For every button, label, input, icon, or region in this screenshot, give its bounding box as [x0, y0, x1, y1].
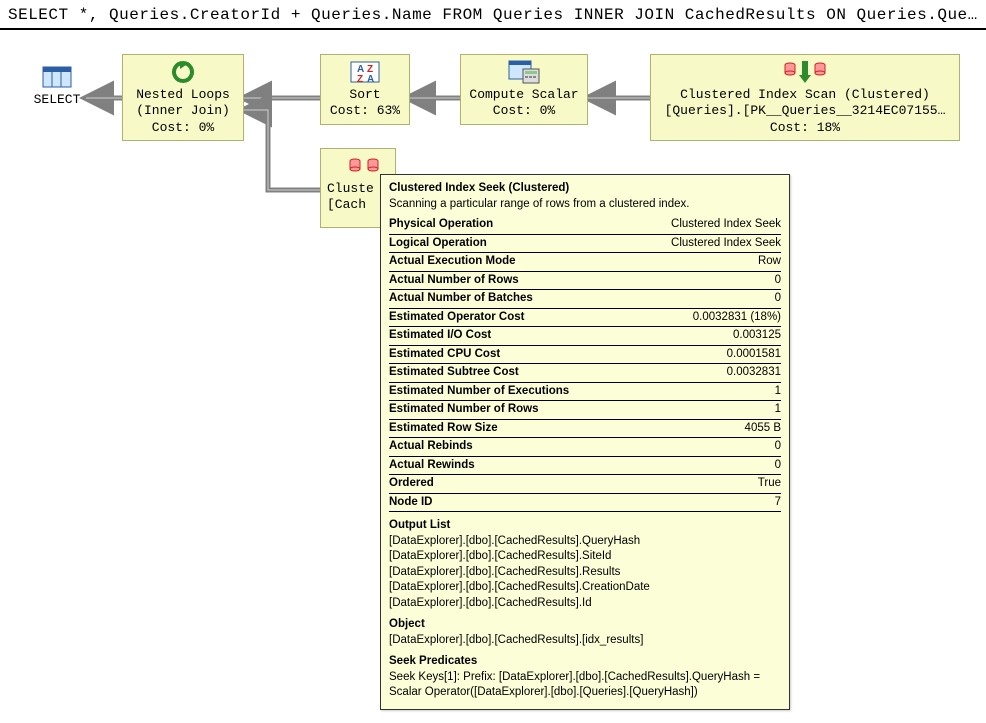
tooltip-properties-table: Physical OperationClustered Index SeekLo…	[389, 216, 781, 512]
tooltip-title: Clustered Index Seek (Clustered)	[389, 181, 781, 197]
tooltip-row-key: Actual Execution Mode	[389, 253, 632, 272]
tooltip-row: Actual Number of Rows0	[389, 271, 781, 290]
tooltip-row-value: 0.003125	[632, 327, 781, 346]
tooltip-row: Estimated Operator Cost0.0032831 (18%)	[389, 308, 781, 327]
tooltip-row-key: Estimated Row Size	[389, 419, 632, 438]
tooltip-row-key: Estimated CPU Cost	[389, 345, 632, 364]
tooltip-row-value: 0	[632, 456, 781, 475]
node-sort-l1: Sort	[327, 87, 403, 103]
tooltip-description: Scanning a particular range of rows from…	[389, 197, 781, 213]
tooltip-row-key: Node ID	[389, 493, 632, 512]
tooltip-section-head: Seek Predicates	[389, 654, 781, 670]
tooltip-row-value: 0.0032831	[632, 364, 781, 383]
tooltip-row-value: 0.0001581	[632, 345, 781, 364]
tooltip-row: Physical OperationClustered Index Seek	[389, 216, 781, 234]
node-select[interactable]: SELECT	[26, 60, 88, 112]
tooltip-row-value: Clustered Index Seek	[632, 234, 781, 253]
tooltip-row: Actual Rewinds0	[389, 456, 781, 475]
tooltip-row: Actual Number of Batches0	[389, 290, 781, 309]
tooltip-row-value: 1	[632, 401, 781, 420]
node-scan-l1: Clustered Index Scan (Clustered)	[657, 87, 953, 103]
svg-text:A: A	[367, 74, 374, 85]
node-compute-cost: Cost: 0%	[467, 103, 581, 119]
execution-plan-canvas: SELECT Nested Loops (Inner Join) Cost: 0…	[0, 30, 986, 723]
tooltip-row-key: Estimated Number of Rows	[389, 401, 632, 420]
tooltip-row: OrderedTrue	[389, 475, 781, 494]
tooltip-section-body: [DataExplorer].[dbo].[CachedResults].[id…	[389, 633, 781, 649]
tooltip-row: Estimated Number of Executions1	[389, 382, 781, 401]
tooltip-row-key: Logical Operation	[389, 234, 632, 253]
tooltip-row-value: 0	[632, 290, 781, 309]
tooltip-row: Estimated CPU Cost0.0001581	[389, 345, 781, 364]
tooltip-row-key: Actual Rewinds	[389, 456, 632, 475]
tooltip-row-value: Clustered Index Seek	[632, 216, 781, 234]
node-tooltip: Clustered Index Seek (Clustered) Scannin…	[380, 174, 790, 710]
tooltip-row-key: Estimated I/O Cost	[389, 327, 632, 346]
tooltip-row-value: 0	[632, 271, 781, 290]
tooltip-row: Actual Rebinds0	[389, 438, 781, 457]
tooltip-row-value: 0.0032831 (18%)	[632, 308, 781, 327]
tooltip-row-value: 1	[632, 382, 781, 401]
node-nested-l1: Nested Loops	[129, 87, 237, 103]
node-nested-loops[interactable]: Nested Loops (Inner Join) Cost: 0%	[122, 54, 244, 141]
tooltip-row-key: Actual Rebinds	[389, 438, 632, 457]
svg-text:Z: Z	[357, 74, 363, 85]
index-scan-icon	[782, 59, 828, 85]
node-select-label: SELECT	[32, 92, 82, 108]
tooltip-row: Actual Execution ModeRow	[389, 253, 781, 272]
node-sort[interactable]: AZZA Sort Cost: 63%	[320, 54, 410, 125]
node-compute-l1: Compute Scalar	[467, 87, 581, 103]
tooltip-row-value: True	[632, 475, 781, 494]
node-nested-l2: (Inner Join)	[129, 103, 237, 119]
tooltip-row-value: 0	[632, 438, 781, 457]
tooltip-row-value: 7	[632, 493, 781, 512]
tooltip-row: Node ID7	[389, 493, 781, 512]
tooltip-row-key: Actual Number of Batches	[389, 290, 632, 309]
tooltip-row-key: Physical Operation	[389, 216, 632, 234]
tooltip-row-value: 4055 B	[632, 419, 781, 438]
select-icon	[40, 64, 74, 90]
tooltip-row: Estimated Number of Rows1	[389, 401, 781, 420]
tooltip-row-key: Estimated Number of Executions	[389, 382, 632, 401]
node-nested-cost: Cost: 0%	[129, 120, 237, 136]
nested-loops-icon	[166, 59, 200, 85]
tooltip-row-key: Estimated Subtree Cost	[389, 364, 632, 383]
tooltip-row: Estimated I/O Cost0.003125	[389, 327, 781, 346]
node-sort-cost: Cost: 63%	[327, 103, 403, 119]
tooltip-row: Estimated Subtree Cost0.0032831	[389, 364, 781, 383]
tooltip-section-body: Seek Keys[1]: Prefix: [DataExplorer].[db…	[389, 670, 781, 701]
sql-query-text: SELECT *, Queries.CreatorId + Queries.Na…	[0, 0, 986, 30]
tooltip-row-key: Ordered	[389, 475, 632, 494]
node-scan-l2: [Queries].[PK__Queries__3214EC07155…	[657, 103, 953, 119]
node-compute-scalar[interactable]: Compute Scalar Cost: 0%	[460, 54, 588, 125]
node-index-scan[interactable]: Clustered Index Scan (Clustered) [Querie…	[650, 54, 960, 141]
tooltip-section-body: [DataExplorer].[dbo].[CachedResults].Que…	[389, 534, 781, 612]
tooltip-row: Logical OperationClustered Index Seek	[389, 234, 781, 253]
tooltip-section-head: Output List	[389, 518, 781, 534]
compute-scalar-icon	[507, 59, 541, 85]
tooltip-row-value: Row	[632, 253, 781, 272]
tooltip-section-head: Object	[389, 617, 781, 633]
tooltip-row-key: Estimated Operator Cost	[389, 308, 632, 327]
sort-icon: AZZA	[348, 59, 382, 85]
tooltip-row-key: Actual Number of Rows	[389, 271, 632, 290]
tooltip-row: Estimated Row Size4055 B	[389, 419, 781, 438]
node-scan-cost: Cost: 18%	[657, 120, 953, 136]
